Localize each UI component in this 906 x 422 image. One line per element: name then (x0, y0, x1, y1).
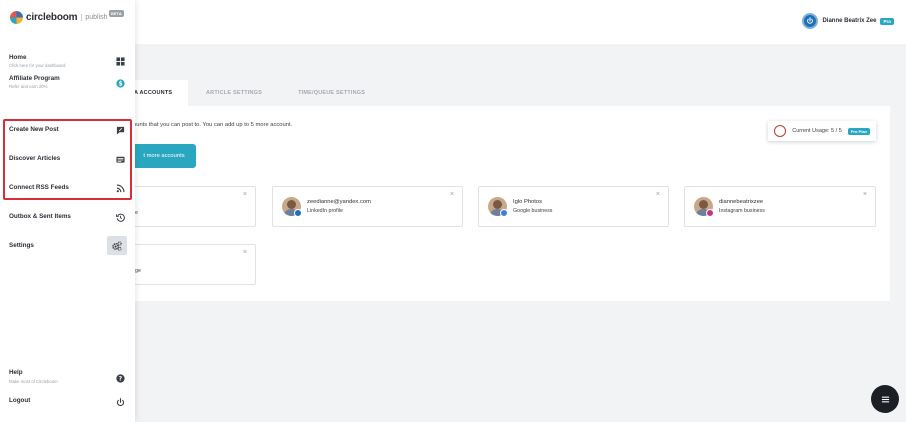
remove-account-icon[interactable]: × (450, 191, 454, 198)
accounts-info-text: ounts that you can post to. You can add … (133, 122, 293, 128)
account-name: zeedianne@yandex.com (307, 199, 371, 205)
remove-account-icon[interactable]: × (243, 191, 247, 198)
usage-label: Current Usage: 5 / 5 (792, 128, 842, 134)
sidebar-item-label: Outbox & Sent Items (9, 213, 71, 220)
tab-article-settings[interactable]: ARTICLE SETTINGS (188, 80, 280, 106)
sidebar-item-outbox-sent-items[interactable]: Outbox & Sent Items (0, 209, 135, 225)
account-type: Instagram business (719, 208, 765, 214)
account-type: LinkedIn profile (307, 208, 343, 214)
sidebar-item-help[interactable]: Help Make most of Circleboom ? (0, 369, 135, 389)
power-icon (807, 17, 814, 24)
usage-indicator: Current Usage: 5 / 5 Pro Plan (768, 121, 876, 141)
account-name: Iglo Photos (513, 199, 543, 205)
sidebar-item-home[interactable]: Home Click here for your dashboard (0, 52, 135, 72)
user-menu[interactable]: Dianne Beatrix Zee Pro (802, 13, 894, 29)
sidebar-item-label: Settings (9, 242, 34, 249)
dollar-icon: $ (115, 78, 125, 88)
settings-tabs: A ACCOUNTS ARTICLE SETTINGS TIME/QUEUE S… (120, 80, 383, 106)
sidebar-item-sublabel: Click here for your dashboard (9, 63, 66, 68)
account-name: diannebeatrixzee (719, 199, 764, 205)
compose-icon (115, 125, 125, 135)
remove-account-icon[interactable]: × (243, 249, 247, 256)
tab-time-queue-settings[interactable]: TIME/QUEUE SETTINGS (280, 80, 383, 106)
account-type: e (135, 210, 138, 216)
sidebar-item-sublabel: Refer and earn 20% (9, 84, 48, 89)
sidebar-item-label: Home (9, 54, 27, 61)
sidebar-item-label: Create New Post (9, 126, 59, 133)
sidebar-item-label: Logout (9, 397, 31, 404)
svg-text:$: $ (118, 81, 122, 87)
remove-account-icon[interactable]: × (863, 191, 867, 198)
usage-ring-icon (774, 125, 787, 137)
sidebar-item-settings[interactable]: Settings (0, 236, 135, 256)
plan-badge: Pro (880, 17, 894, 25)
sidebar-item-logout[interactable]: Logout (0, 395, 135, 409)
google-business-icon (500, 209, 508, 217)
sidebar-item-sublabel: Make most of Circleboom (9, 379, 58, 384)
beta-badge: BETA (109, 10, 124, 17)
sidebar-item-connect-rss-feeds[interactable]: Connect RSS Feeds (0, 180, 135, 196)
rss-icon (115, 183, 125, 193)
account-type: Google business (513, 208, 553, 214)
sidebar-item-create-new-post[interactable]: Create New Post (0, 122, 135, 138)
account-card: × Iglo Photos Google business (478, 186, 669, 227)
brand-name: circleboom (26, 12, 78, 23)
usage-plan-badge: Pro Plan (847, 127, 870, 135)
remove-account-icon[interactable]: × (656, 191, 660, 198)
logo[interactable]: circleboom publish (10, 11, 108, 24)
floating-menu-button[interactable] (871, 385, 899, 413)
linkedin-icon (294, 209, 302, 217)
product-name: publish (81, 14, 108, 21)
sidebar-item-label: Connect RSS Feeds (9, 184, 69, 191)
sidebar-item-affiliate-program[interactable]: Affiliate Program Refer and earn 20% $ (0, 73, 135, 93)
grid-icon (115, 56, 125, 66)
account-type: ge (135, 268, 141, 274)
sidebar-item-discover-articles[interactable]: Discover Articles (0, 151, 135, 167)
article-icon (115, 154, 125, 164)
sidebar-item-label: Help (9, 369, 23, 376)
gears-icon (107, 236, 127, 255)
hamburger-icon (881, 396, 889, 402)
history-icon (115, 212, 125, 222)
question-icon: ? (115, 373, 125, 383)
top-bar: Dianne Beatrix Zee Pro (0, 0, 906, 44)
instagram-icon (706, 209, 714, 217)
account-card: × diannebeatrixzee Instagram business (684, 186, 876, 227)
accounts-panel: ounts that you can post to. You can add … (110, 106, 890, 301)
user-avatar[interactable] (802, 13, 819, 29)
power-icon (115, 397, 125, 407)
user-name[interactable]: Dianne Beatrix Zee (822, 18, 876, 24)
account-card: × zeedianne@yandex.com LinkedIn profile (272, 186, 463, 227)
sidebar: circleboom publish BETA Home Click here … (0, 0, 135, 422)
sidebar-item-label: Affiliate Program (9, 75, 60, 82)
sidebar-item-label: Discover Articles (9, 155, 61, 162)
circleboom-logo-icon (10, 11, 23, 24)
